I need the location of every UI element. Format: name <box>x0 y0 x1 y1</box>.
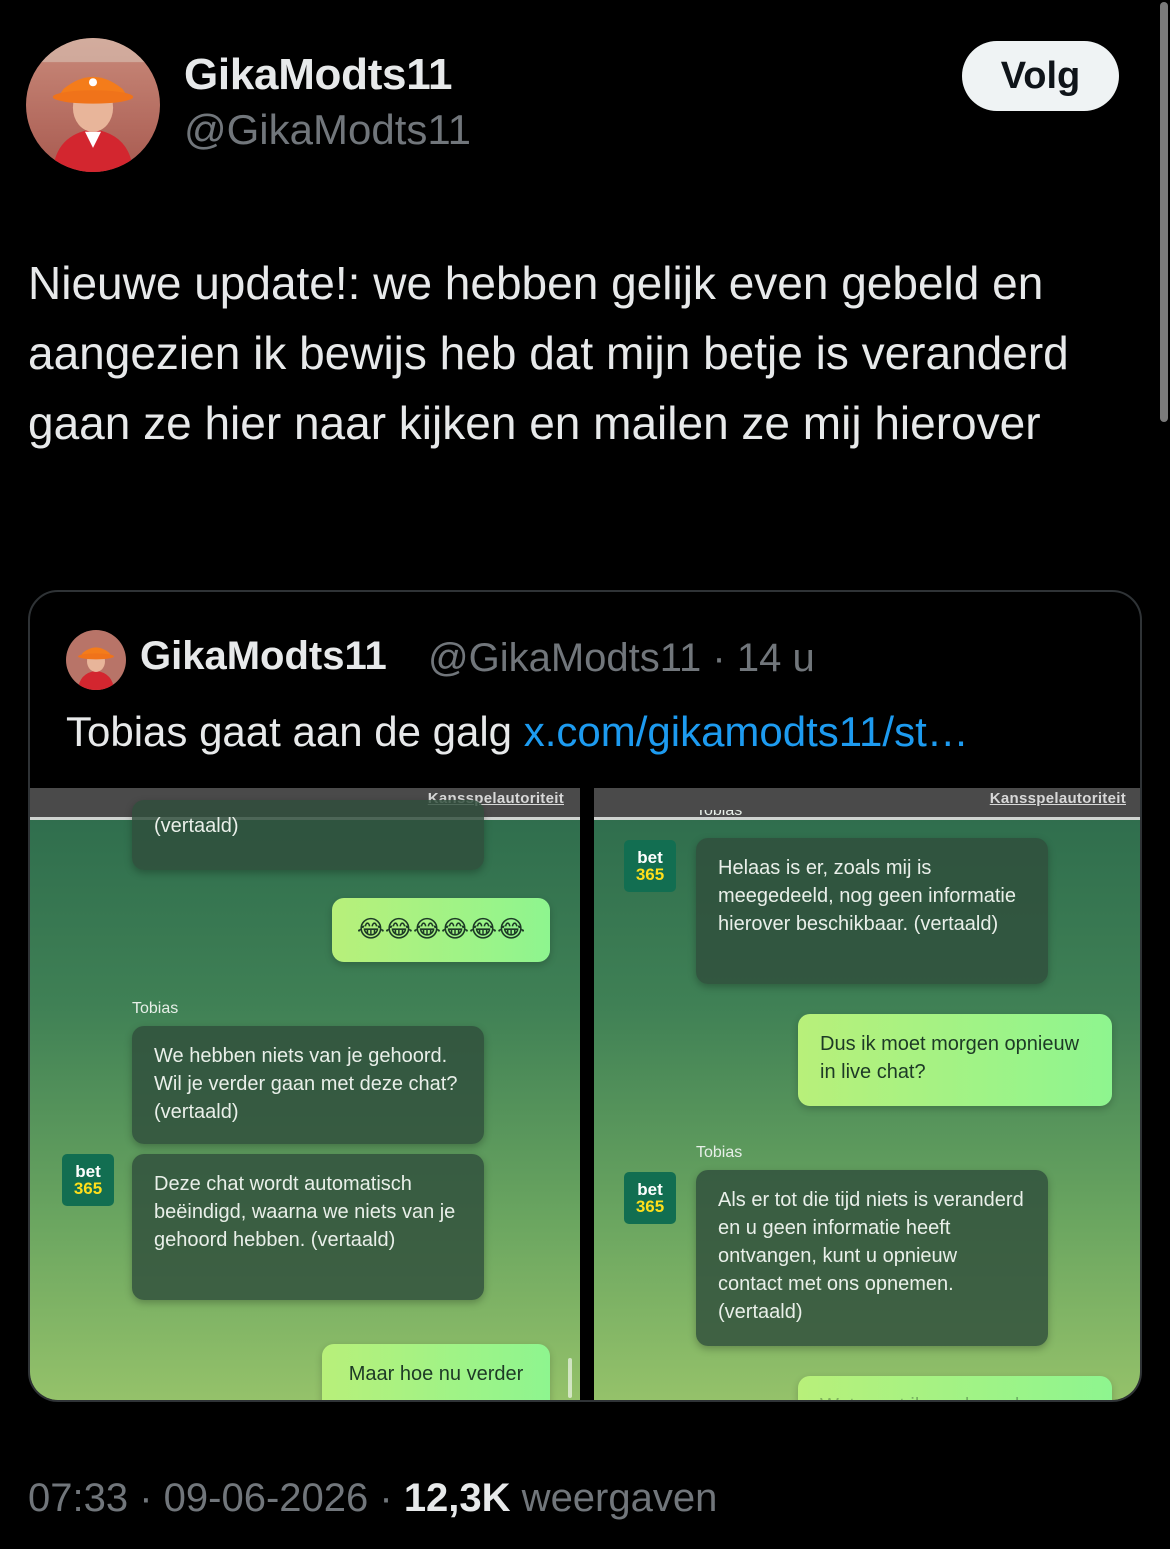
user-message-cut: Wat moet ik nu doen dan <box>798 1376 1112 1400</box>
view-label: weergaven <box>510 1476 718 1520</box>
agent-message: Als er tot die tijd niets is veranderd e… <box>696 1170 1048 1346</box>
chat-screenshot-left[interactable]: Kansspelautoriteit (vertaald) 😂😂😂😂😂😂 Tob… <box>30 788 580 1400</box>
user-message-emoji: 😂😂😂😂😂😂 <box>332 898 550 962</box>
view-count: 12,3K <box>403 1476 511 1520</box>
bet365-logo-icon: bet 365 <box>62 1154 114 1206</box>
agent-message: Deze chat wordt automatisch beëindigd, w… <box>132 1154 484 1300</box>
chat-screenshot-right[interactable]: Kansspelautoriteit Tobias bet 365 Helaas… <box>594 788 1140 1400</box>
quoted-post-text: Tobias gaat aan de galg x.com/gikamodts1… <box>66 708 969 756</box>
bet365-logo-icon: bet 365 <box>624 840 676 892</box>
avatar-image <box>26 38 160 172</box>
bet365-logo-365: 365 <box>635 1197 665 1216</box>
post-footer: 07:33 · 09-06-2026 · 12,3K weergaven <box>28 1476 717 1521</box>
quoted-author-name: GikaModts11 <box>140 634 387 678</box>
author-name[interactable]: GikaModts11 <box>184 50 452 100</box>
bet365-logo-365: 365 <box>635 865 665 884</box>
bet365-logo-bet: bet <box>637 848 663 867</box>
screenshot-header: Kansspelautoriteit <box>594 788 1140 820</box>
agent-message: Helaas is er, zoals mij is meegedeeld, n… <box>696 838 1048 984</box>
screenshot-divider <box>580 788 594 1400</box>
agent-sender-name: Tobias <box>132 1000 179 1017</box>
agent-sender-name-cut: Tobias <box>696 810 743 819</box>
author-handle[interactable]: @GikaModts11 <box>184 106 471 154</box>
agent-message-partial: (vertaald) <box>132 800 484 870</box>
avatar-image <box>66 630 126 690</box>
quoted-post-link[interactable]: x.com/gikamodts11/st… <box>524 708 969 755</box>
quoted-post-body: Tobias gaat aan de galg <box>66 708 524 755</box>
post-timestamp[interactable]: 07:33 · 09-06-2026 · <box>28 1476 404 1520</box>
post-text: Nieuwe update!: we hebben gelijk even ge… <box>28 257 1069 449</box>
user-message: Dus ik moet morgen opnieuw in live chat? <box>798 1014 1112 1106</box>
bet365-logo-365: 365 <box>73 1179 103 1198</box>
quoted-author-meta: @GikaModts11 · 14 u <box>428 636 815 680</box>
kansspelautoriteit-link: Kansspelautoriteit <box>989 790 1126 807</box>
agent-message: We hebben niets van je gehoord. Wil je v… <box>132 1026 484 1144</box>
follow-button[interactable]: Volg <box>962 41 1119 111</box>
bet365-logo-bet: bet <box>637 1180 663 1199</box>
bet365-logo-icon: bet 365 <box>624 1172 676 1224</box>
quoted-author-avatar <box>66 630 126 690</box>
bet365-logo-bet: bet <box>75 1162 101 1181</box>
agent-sender-name: Tobias <box>696 1144 743 1161</box>
author-avatar[interactable] <box>26 38 160 172</box>
quoted-post-card[interactable]: GikaModts11 @GikaModts11 · 14 u Tobias g… <box>28 590 1142 1402</box>
user-message: Maar hoe nu verder <box>322 1344 550 1400</box>
chat-scrollbar[interactable] <box>568 1358 572 1398</box>
page-scrollbar[interactable] <box>1160 2 1168 422</box>
